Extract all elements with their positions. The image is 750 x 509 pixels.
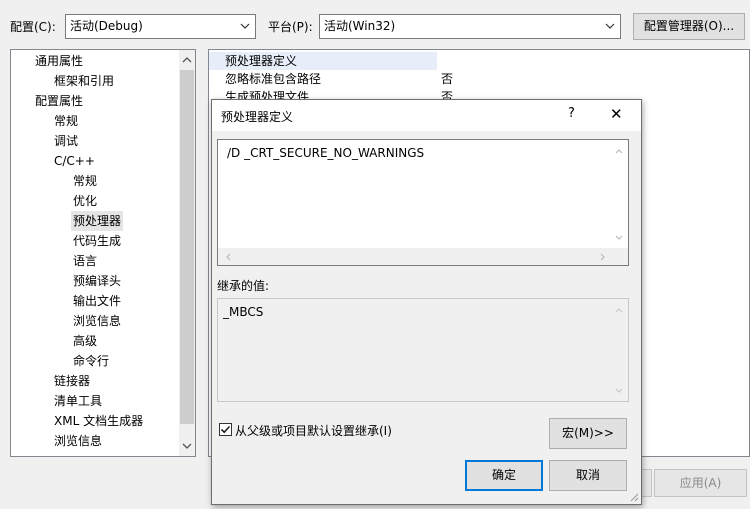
grid-row[interactable]: 忽略标准包含路径 否 — [209, 70, 749, 88]
inherited-values-label: 继承的值: — [217, 279, 270, 293]
tree-item[interactable]: 浏览信息 — [54, 431, 102, 451]
inherited-values-box: _MBCS — [217, 298, 629, 402]
chevron-left-icon[interactable] — [223, 252, 233, 262]
chevron-down-icon[interactable] — [614, 232, 624, 242]
chevron-down-icon[interactable] — [181, 440, 193, 452]
config-dropdown-value: 活动(Debug) — [70, 19, 143, 33]
chevron-down-icon — [615, 388, 623, 393]
macros-button[interactable]: 宏(M)>> — [549, 418, 627, 449]
tree-item[interactable]: XML 文档生成器 — [54, 411, 143, 431]
property-tree[interactable]: 通用属性 框架和引用 配置属性 常规 调试 C/C++ 常规 优化 预处理器 代码生成 语言 预编译头… — [10, 49, 196, 457]
chevron-down-icon — [605, 23, 615, 29]
help-icon[interactable]: ? — [568, 106, 575, 121]
tree-item[interactable]: 预处理器 — [71, 211, 124, 231]
platform-dropdown[interactable]: 活动(Win32) — [319, 14, 621, 39]
tree-item[interactable]: 代码生成 — [73, 231, 121, 251]
chevron-right-icon[interactable] — [598, 252, 608, 262]
chevron-up-icon — [615, 308, 623, 313]
tree-item[interactable]: 链接器 — [54, 371, 90, 391]
config-manager-button[interactable]: 配置管理器(O)... — [633, 13, 745, 40]
hidden-button-edge — [642, 469, 652, 497]
grid-row[interactable]: 预处理器定义 — [209, 52, 437, 70]
preprocessor-definitions-dialog: 预处理器定义 ? ✕ /D _CRT_SECURE_NO_WARNINGS 继承… — [211, 99, 642, 505]
tree-item[interactable]: 语言 — [73, 251, 97, 271]
platform-label: 平台(P): — [268, 20, 313, 34]
ok-button[interactable]: 确定 — [465, 460, 543, 491]
grid-row-name: 预处理器定义 — [225, 54, 298, 68]
chevron-down-icon — [240, 23, 250, 29]
resize-grip-icon[interactable] — [628, 491, 639, 502]
tree-item[interactable]: 通用属性 — [35, 51, 83, 71]
cancel-button[interactable]: 取消 — [549, 460, 627, 491]
close-icon[interactable]: ✕ — [610, 105, 623, 123]
config-label: 配置(C): — [10, 20, 56, 34]
tree-item[interactable]: 配置属性 — [35, 91, 83, 111]
tree-item[interactable]: 输出文件 — [73, 291, 121, 311]
tree-item[interactable]: 预编译头 — [73, 271, 121, 291]
tree-scrollbar[interactable] — [179, 50, 195, 456]
chevron-up-icon[interactable] — [181, 54, 193, 66]
dialog-title: 预处理器定义 — [221, 110, 294, 124]
checkbox-checked-icon[interactable] — [219, 423, 232, 436]
inherited-values-text: _MBCS — [223, 305, 264, 319]
tree-item[interactable]: C/C++ — [54, 151, 95, 171]
definitions-text[interactable]: /D _CRT_SECURE_NO_WARNINGS — [227, 145, 424, 161]
dialog-titlebar: 预处理器定义 ? ✕ — [212, 100, 641, 131]
platform-dropdown-value: 活动(Win32) — [324, 19, 396, 33]
definitions-edit-box[interactable]: /D _CRT_SECURE_NO_WARNINGS — [217, 139, 629, 266]
tree-item[interactable]: 清单工具 — [54, 391, 102, 411]
apply-button[interactable]: 应用(A) — [654, 469, 747, 497]
tree-item[interactable]: 高级 — [73, 331, 97, 351]
grid-row-value: 否 — [441, 72, 454, 86]
tree-item[interactable]: 优化 — [73, 191, 97, 211]
horizontal-scrollbar[interactable] — [218, 248, 628, 265]
tree-item[interactable]: 浏览信息 — [73, 311, 121, 331]
chevron-up-icon[interactable] — [614, 146, 624, 156]
config-dropdown[interactable]: 活动(Debug) — [65, 14, 256, 39]
tree-scrollbar-thumb[interactable] — [180, 70, 194, 424]
tree-item[interactable]: 调试 — [54, 131, 78, 151]
inherit-checkbox-label[interactable]: 从父级或项目默认设置继承(I) — [235, 422, 392, 439]
tree-item[interactable]: 常规 — [54, 111, 78, 131]
tree-item[interactable]: 命令行 — [73, 351, 109, 371]
tree-item[interactable]: 框架和引用 — [54, 71, 114, 91]
tree-item[interactable]: 常规 — [73, 171, 97, 191]
grid-row-name: 忽略标准包含路径 — [225, 72, 322, 86]
